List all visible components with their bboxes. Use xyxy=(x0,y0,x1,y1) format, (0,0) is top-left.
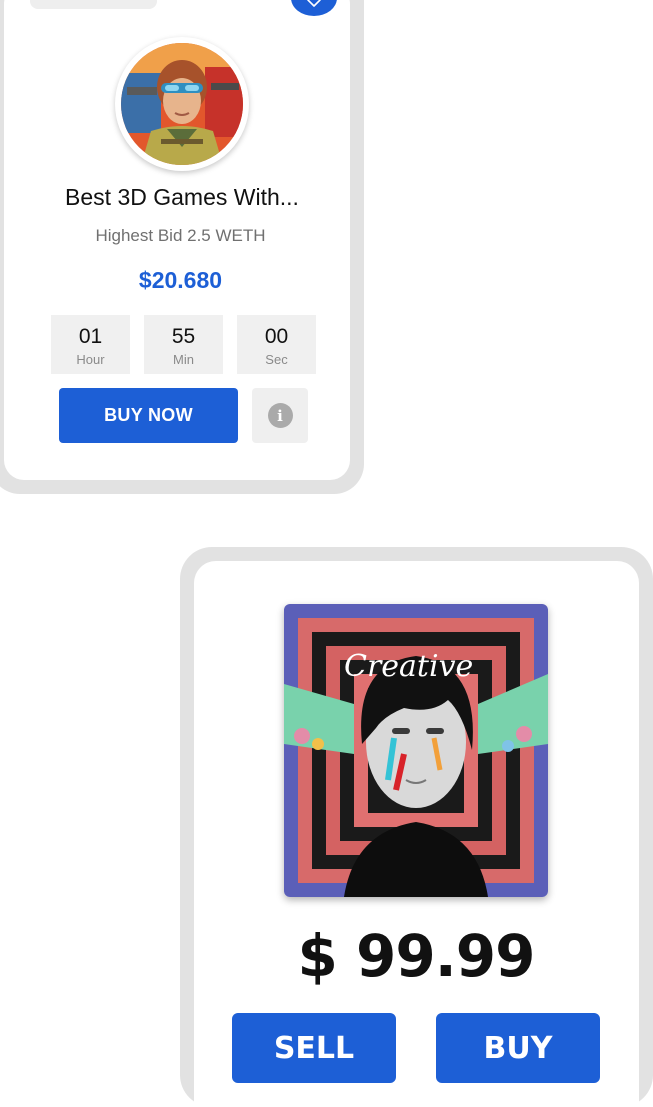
buy-button[interactable]: BUY xyxy=(436,1013,600,1083)
countdown-minutes: 55 Min xyxy=(144,315,223,374)
buy-now-button[interactable]: BUY NOW xyxy=(59,388,238,443)
countdown-value: 00 xyxy=(264,325,289,348)
countdown-seconds: 00 Sec xyxy=(237,315,316,374)
info-button[interactable]: i xyxy=(252,388,308,443)
heart-icon xyxy=(306,0,322,12)
top-chip[interactable] xyxy=(30,0,157,9)
game-character-avatar xyxy=(121,43,243,165)
artwork-price: $ 99.99 xyxy=(297,922,535,990)
countdown-value: 55 xyxy=(171,325,196,348)
nft-price: $20.680 xyxy=(138,267,223,293)
creative-portrait-artwork[interactable]: Creative xyxy=(284,604,548,897)
highest-bid-text: Highest Bid 2.5 WETH xyxy=(95,226,266,245)
avatar[interactable] xyxy=(115,37,249,171)
countdown-unit: Sec xyxy=(265,352,288,367)
sell-button[interactable]: SELL xyxy=(232,1013,396,1083)
nft-title: Best 3D Games With... xyxy=(65,184,299,210)
countdown-value: 01 xyxy=(78,325,103,348)
countdown-unit: Min xyxy=(173,352,194,367)
countdown-unit: Hour xyxy=(76,352,105,367)
info-icon: i xyxy=(267,403,293,428)
artwork-lettering: Creative xyxy=(344,649,473,684)
countdown-hours: 01 Hour xyxy=(51,315,130,374)
